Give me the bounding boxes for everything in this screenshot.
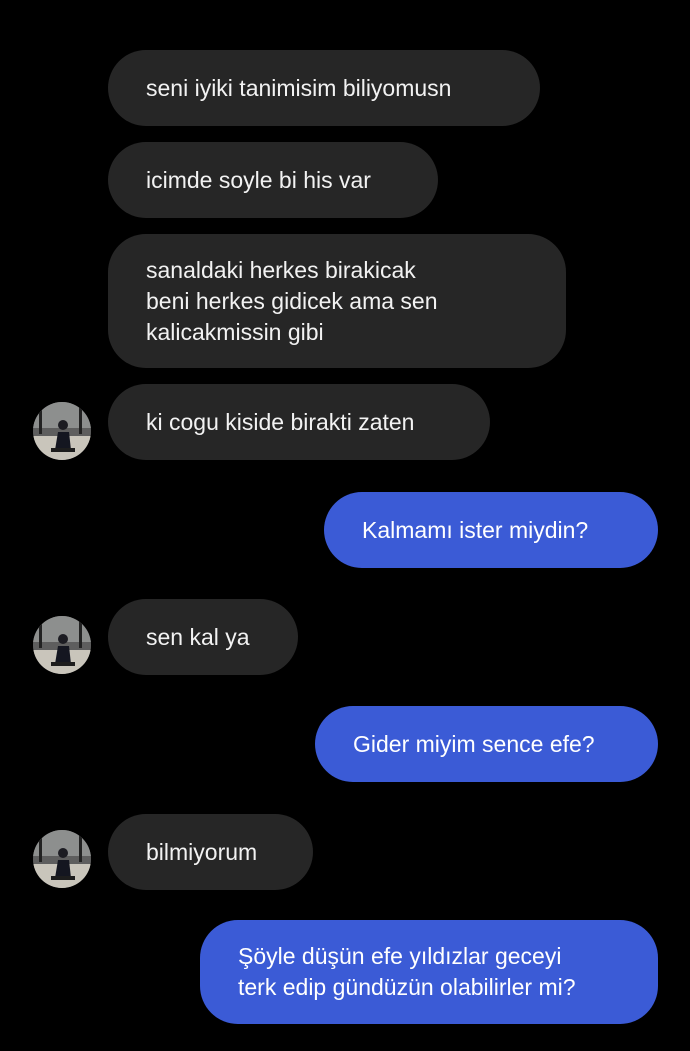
message-text-line: kalicakmissin gibi [146,318,324,345]
profile-avatar[interactable] [33,402,91,460]
message-text: bilmiyorum [146,838,258,865]
message-text: ki cogu kiside birakti zaten [146,408,415,435]
profile-avatar[interactable] [33,830,91,888]
outgoing-message[interactable]: Şöyle düşün efe yıldızlar geceyi terk ed… [200,920,658,1024]
incoming-message[interactable]: ki cogu kiside birakti zaten [108,384,490,460]
message-text-line: beni herkes gidicek ama sen [146,287,438,314]
person-photo-icon [33,402,91,460]
message-text-line: terk edip gündüzün olabilirler mi? [238,974,576,1000]
incoming-message[interactable]: seni iyiki tanimisim biliyomusn [108,50,540,126]
incoming-message[interactable]: sanaldaki herkes birakicak beni herkes g… [108,234,566,368]
message-text: icimde soyle bi his var [146,166,371,193]
incoming-message[interactable]: icimde soyle bi his var [108,142,438,218]
outgoing-message[interactable]: Gider miyim sence efe? [315,706,658,782]
message-text-line: sanaldaki herkes birakicak [146,256,416,283]
person-photo-icon [33,830,91,888]
incoming-message[interactable]: sen kal ya [108,599,298,675]
message-text: Gider miyim sence efe? [353,730,595,757]
person-photo-icon [33,616,91,674]
message-text: seni iyiki tanimisim biliyomusn [146,74,452,101]
message-text: sen kal ya [146,623,250,650]
message-text-line: Şöyle düşün efe yıldızlar geceyi [238,943,562,969]
message-thread[interactable]: seni iyiki tanimisim biliyomusn icimde s… [0,0,690,1051]
outgoing-message[interactable]: Kalmamı ister miydin? [324,492,658,568]
message-text: Kalmamı ister miydin? [362,516,589,543]
profile-avatar[interactable] [33,616,91,674]
incoming-message[interactable]: bilmiyorum [108,814,313,890]
